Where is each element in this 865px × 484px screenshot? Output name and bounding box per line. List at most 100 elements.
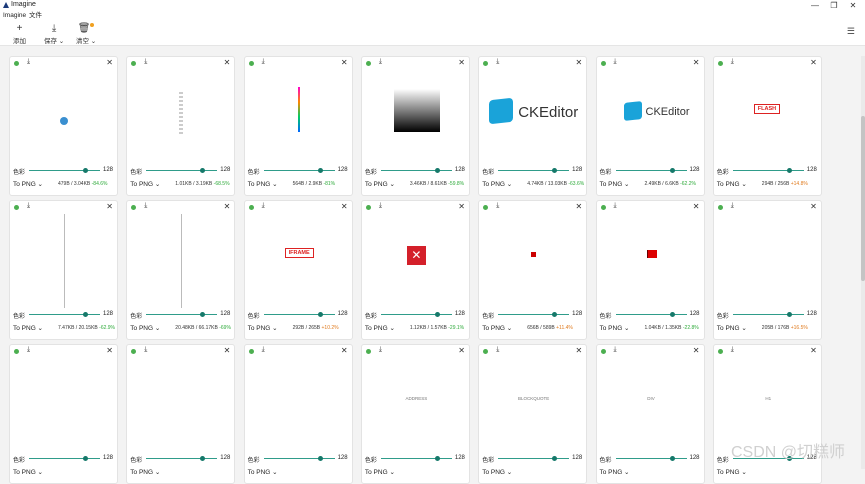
minimize-button[interactable]: — <box>805 0 825 11</box>
close-icon[interactable]: ✕ <box>224 202 231 211</box>
format-select[interactable]: To PNG ⌄ <box>482 468 512 476</box>
slider-knob[interactable] <box>83 312 88 317</box>
image-preview[interactable] <box>127 70 234 164</box>
slider-knob[interactable] <box>669 312 675 317</box>
slider-knob[interactable] <box>83 456 88 461</box>
color-slider[interactable] <box>146 170 218 171</box>
color-slider[interactable] <box>615 458 687 459</box>
format-select[interactable]: To PNG ⌄ <box>365 468 395 476</box>
color-slider[interactable] <box>498 458 570 459</box>
slider-knob[interactable] <box>552 456 558 461</box>
slider-knob[interactable] <box>552 312 558 317</box>
download-icon[interactable]: ⤓ <box>496 58 499 66</box>
color-slider[interactable] <box>380 170 452 171</box>
settings-sliders-icon[interactable]: ☰ <box>847 26 855 37</box>
image-preview[interactable]: CKEditor <box>597 70 704 164</box>
format-select[interactable]: To PNG ⌄ <box>248 180 278 188</box>
image-preview[interactable] <box>714 214 821 308</box>
format-select[interactable]: To PNG ⌄ <box>365 180 395 188</box>
color-slider[interactable] <box>29 458 100 459</box>
slider-knob[interactable] <box>317 456 323 461</box>
menu-imagine[interactable]: Imagine <box>3 11 26 20</box>
download-icon[interactable]: ⤓ <box>731 202 734 210</box>
slider-knob[interactable] <box>434 168 440 173</box>
format-select[interactable]: To PNG ⌄ <box>130 324 160 332</box>
color-slider[interactable] <box>498 170 570 171</box>
color-slider[interactable] <box>29 170 100 171</box>
image-preview[interactable] <box>10 214 117 308</box>
close-icon[interactable]: ✕ <box>810 202 817 211</box>
image-preview[interactable]: ADDRESS <box>362 358 469 452</box>
close-icon[interactable]: ✕ <box>341 346 348 355</box>
close-icon[interactable]: ✕ <box>810 58 817 67</box>
download-icon[interactable]: ⤓ <box>731 346 734 354</box>
slider-knob[interactable] <box>552 168 558 173</box>
format-select[interactable]: To PNG ⌄ <box>13 468 43 476</box>
image-preview[interactable]: DIV <box>597 358 704 452</box>
slider-knob[interactable] <box>434 312 440 317</box>
format-select[interactable]: To PNG ⌄ <box>717 324 747 332</box>
add-button[interactable]: + 添加 <box>13 23 26 45</box>
format-select[interactable]: To PNG ⌄ <box>130 180 160 188</box>
close-icon[interactable]: ✕ <box>693 346 700 355</box>
format-select[interactable]: To PNG ⌄ <box>365 324 395 332</box>
slider-knob[interactable] <box>200 312 206 317</box>
image-preview[interactable] <box>597 214 704 308</box>
scrollbar[interactable] <box>861 56 865 469</box>
close-window-button[interactable]: ✕ <box>843 0 863 11</box>
slider-knob[interactable] <box>434 456 440 461</box>
menu-file[interactable]: 文件 <box>29 11 42 20</box>
download-icon[interactable]: ⤓ <box>27 202 30 210</box>
format-select[interactable]: To PNG ⌄ <box>600 180 630 188</box>
close-icon[interactable]: ✕ <box>106 58 113 67</box>
close-icon[interactable]: ✕ <box>106 346 113 355</box>
image-preview[interactable] <box>479 214 586 308</box>
color-slider[interactable] <box>380 458 452 459</box>
image-preview[interactable] <box>362 70 469 164</box>
format-select[interactable]: To PNG ⌄ <box>717 180 747 188</box>
image-preview[interactable] <box>10 358 117 452</box>
image-preview[interactable] <box>127 214 234 308</box>
close-icon[interactable]: ✕ <box>693 202 700 211</box>
close-icon[interactable]: ✕ <box>810 346 817 355</box>
image-preview[interactable]: BLOCKQUOTE <box>479 358 586 452</box>
download-icon[interactable]: ⤓ <box>262 58 265 66</box>
color-slider[interactable] <box>146 314 218 315</box>
image-preview[interactable]: FLASH <box>714 70 821 164</box>
image-preview[interactable] <box>245 358 352 452</box>
download-icon[interactable]: ⤓ <box>144 58 147 66</box>
close-icon[interactable]: ✕ <box>458 346 465 355</box>
close-icon[interactable]: ✕ <box>106 202 113 211</box>
slider-knob[interactable] <box>786 168 792 173</box>
download-icon[interactable]: ⤓ <box>262 202 265 210</box>
color-slider[interactable] <box>380 314 452 315</box>
download-icon[interactable]: ⤓ <box>496 346 499 354</box>
download-icon[interactable]: ⤓ <box>27 346 30 354</box>
format-select[interactable]: To PNG ⌄ <box>13 324 43 332</box>
color-slider[interactable] <box>146 458 218 459</box>
format-select[interactable]: To PNG ⌄ <box>482 180 512 188</box>
format-select[interactable]: To PNG ⌄ <box>600 324 630 332</box>
slider-knob[interactable] <box>317 168 323 173</box>
color-slider[interactable] <box>29 314 100 315</box>
format-select[interactable]: To PNG ⌄ <box>248 468 278 476</box>
color-slider[interactable] <box>263 170 335 171</box>
slider-knob[interactable] <box>83 168 88 173</box>
color-slider[interactable] <box>615 314 687 315</box>
slider-knob[interactable] <box>786 312 792 317</box>
download-icon[interactable]: ⤓ <box>27 58 30 66</box>
save-button[interactable]: ⤓ 保存 ⌄ <box>44 23 64 45</box>
color-slider[interactable] <box>263 314 335 315</box>
format-select[interactable]: To PNG ⌄ <box>130 468 160 476</box>
format-select[interactable]: To PNG ⌄ <box>248 324 278 332</box>
slider-knob[interactable] <box>200 456 206 461</box>
slider-knob[interactable] <box>200 168 206 173</box>
color-slider[interactable] <box>263 458 335 459</box>
color-slider[interactable] <box>615 170 687 171</box>
download-icon[interactable]: ⤓ <box>731 58 734 66</box>
format-select[interactable]: To PNG ⌄ <box>482 324 512 332</box>
close-icon[interactable]: ✕ <box>458 202 465 211</box>
image-preview[interactable] <box>127 358 234 452</box>
close-icon[interactable]: ✕ <box>575 58 582 67</box>
format-select[interactable]: To PNG ⌄ <box>600 468 630 476</box>
